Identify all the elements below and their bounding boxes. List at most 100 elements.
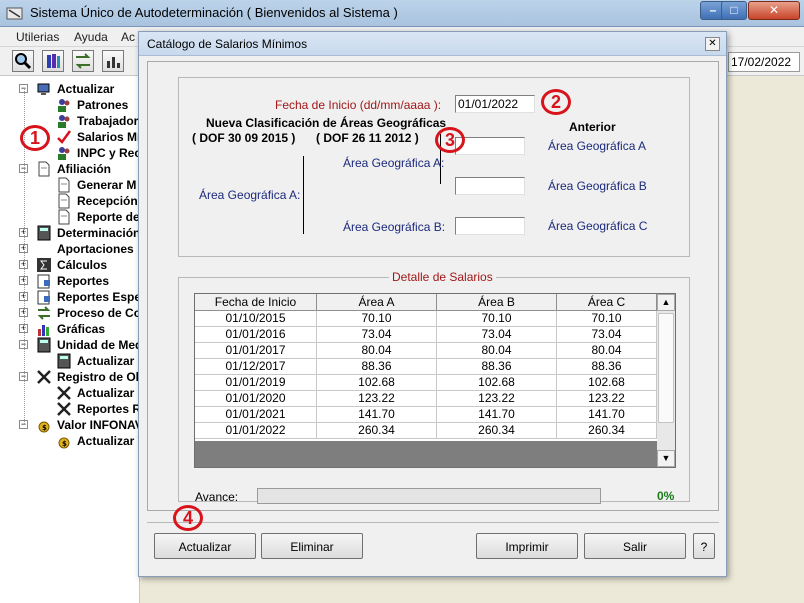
column-header-area-a[interactable]: Área A [317,294,437,311]
dialog-close-button[interactable]: ✕ [705,37,720,51]
tree-item[interactable]: $ Actualizar V [0,433,139,449]
tree-item[interactable]: + Determinación [0,225,139,241]
tree-item-label: Salarios Mí [77,130,140,144]
eliminar-button[interactable]: Eliminar [261,533,363,559]
table-cell: 01/01/2020 [195,391,317,407]
report-icon [37,274,50,289]
table-cell: 73.04 [557,327,657,343]
computer-icon [37,83,50,95]
maximize-button[interactable]: □ [721,1,747,20]
table-cell: 88.36 [557,359,657,375]
table-row[interactable]: 01/01/2022 260.34 260.34 260.34 [195,423,657,439]
tree-item-label: Reportes R [77,402,140,416]
nueva-clasificacion-heading: Nueva Clasificación de Áreas Geográficas [206,116,447,130]
navigation-tree: − Actualizar Patrones Trabajador Salarios Mí… [0,76,140,603]
tree-item[interactable]: − Unidad de Med [0,337,139,353]
tree-item[interactable]: − Registro de Ob [0,369,140,385]
area-c-anterior-label: Área Geográfica C [548,219,648,233]
tree-item[interactable]: + Reportes Espe [0,289,139,305]
table-cell: 73.04 [437,327,557,343]
tree-item[interactable]: − Afiliación [0,161,139,177]
table-row[interactable]: 01/10/2015 70.10 70.10 70.10 [195,311,657,327]
process-tool-button[interactable] [72,50,94,72]
menu-acciones[interactable]: Ac [121,30,135,44]
help-button[interactable]: ? [693,533,715,559]
books-tool-button[interactable] [42,50,64,72]
table-row[interactable]: 01/01/2019 102.68 102.68 102.68 [195,375,657,391]
app-icon [6,7,23,20]
tree-item[interactable]: + Gráficas [0,321,139,337]
table-cell: 260.34 [317,423,437,439]
table-cell: 260.34 [557,423,657,439]
blank-icon [36,241,52,257]
table-row[interactable]: 01/01/2017 80.04 80.04 80.04 [195,343,657,359]
tree-item[interactable]: − $ Valor INFONAV [0,417,140,433]
table-row[interactable]: 01/12/2017 88.36 88.36 88.36 [195,359,657,375]
tree-item-label: Actualizar [57,82,115,96]
column-header-area-b[interactable]: Área B [437,294,557,311]
column-header-area-c[interactable]: Área C [557,294,657,311]
tree-item[interactable]: Recepción [0,193,139,209]
tree-item-label: Gráficas [57,322,106,336]
avance-label: Avance: [195,490,239,504]
tree-item[interactable]: + Aportaciones [0,241,139,257]
tree-item[interactable]: Generar M [0,177,139,193]
area-a-input[interactable] [455,137,525,155]
tree-item-label: Reporte de [77,210,140,224]
imprimir-button[interactable]: Imprimir [476,533,578,559]
tree-item[interactable]: Actualizar R [0,385,140,401]
tree-item-label: Valor INFONAV [57,418,140,432]
table-cell: 70.10 [557,311,657,327]
arrows-icon [75,53,91,69]
scroll-down-button[interactable]: ▼ [657,450,675,467]
actualizar-button[interactable]: Actualizar [154,533,256,559]
books-icon [47,54,60,68]
table-cell: 141.70 [437,407,557,423]
tree-item-label: Recepción [77,194,138,208]
table-row[interactable]: 01/01/2020 123.22 123.22 123.22 [195,391,657,407]
annotation-marker-1: 1 [20,125,50,151]
table-row[interactable]: 01/01/2016 73.04 73.04 73.04 [195,327,657,343]
table-cell: 01/01/2022 [195,423,317,439]
tree-item[interactable]: Trabajador [0,113,139,129]
table-row[interactable]: 01/01/2021 141.70 141.70 141.70 [195,407,657,423]
menu-utilerias[interactable]: Utilerias [16,30,59,44]
svg-text:$: $ [42,424,47,432]
search-tool-button[interactable] [12,50,34,72]
tree-item-label: INPC y Reca [77,146,139,160]
tree-item[interactable]: − Actualizar [0,81,139,97]
table-cell: 260.34 [437,423,557,439]
tree-item[interactable]: Reportes R [0,401,140,417]
scroll-up-button[interactable]: ▲ [657,294,675,311]
column-header-fecha[interactable]: Fecha de Inicio [195,294,317,311]
table-cell: 102.68 [557,375,657,391]
fecha-inicio-input[interactable] [455,95,535,113]
area-b-input[interactable] [455,217,525,235]
grid-header: Fecha de Inicio Área A Área B Área C [195,294,657,311]
salir-button[interactable]: Salir [584,533,686,559]
tree-item[interactable]: + Reportes [0,273,139,289]
grid-vertical-scrollbar[interactable]: ▲ ▼ [657,294,675,467]
tree-item[interactable]: Patrones [0,97,139,113]
table-cell: 70.10 [317,311,437,327]
dialog-titlebar: Catálogo de Salarios Mínimos ✕ [139,32,726,56]
area-a-mid-label: Área Geográfica A: [343,156,445,170]
document-icon [38,161,50,177]
salarios-grid: Fecha de Inicio Área A Área B Área C 01/… [194,293,676,468]
chart-tool-button[interactable] [102,50,124,72]
menu-ayuda[interactable]: Ayuda [74,30,108,44]
area-field-2-input[interactable] [455,177,525,195]
tree-item-label: Actualizar R [77,386,140,400]
tree-item[interactable]: Actualizar U [0,353,139,369]
tree-item[interactable]: + Cálculos [0,257,139,273]
close-button[interactable]: ✕ [748,1,800,20]
tree-item-label: Registro de Ob [57,370,140,384]
tree-item[interactable]: Reporte de [0,209,140,225]
tree-item[interactable]: INPC y Reca [0,145,139,161]
sigma-icon [37,258,51,272]
area-a-left-label: Área Geográfica A: [199,188,301,202]
table-cell: 141.70 [557,407,657,423]
tree-item[interactable]: + Proceso de Co [0,305,139,321]
scroll-thumb[interactable] [658,313,674,423]
calculator-icon [37,337,51,353]
